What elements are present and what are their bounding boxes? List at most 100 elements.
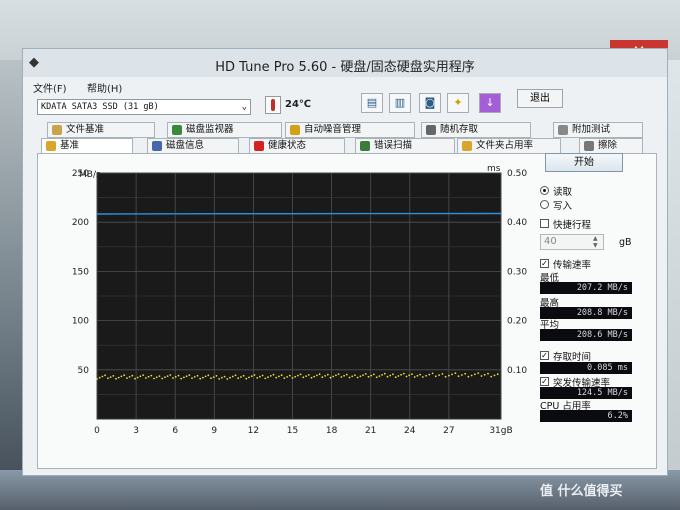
access-time-point <box>302 376 305 379</box>
access-time-point <box>172 377 174 379</box>
min-value: 207.2 MB/s <box>540 282 632 294</box>
transfer-rate-label: 传输速率 <box>553 260 592 271</box>
access-time-point <box>139 375 142 378</box>
access-time-point <box>264 377 267 380</box>
access-time-point <box>461 374 463 376</box>
y-axis-left-ticks: 50100150200250 <box>72 169 89 376</box>
y-axis-left-unit: MB/s <box>79 170 101 180</box>
x-tick-label: 21 <box>365 426 376 436</box>
access-time-point <box>496 373 499 376</box>
y-tick-label-right: 0.30 <box>507 267 527 277</box>
access-time-point <box>490 375 493 378</box>
read-radio[interactable] <box>540 186 549 195</box>
access-time-point <box>288 374 291 377</box>
access-time-point <box>480 375 483 377</box>
access-time-point <box>493 374 496 377</box>
access-time-point <box>215 375 218 377</box>
access-time-point <box>191 377 193 379</box>
start-button[interactable]: 开始 <box>545 153 623 172</box>
access-time-point <box>177 374 180 377</box>
burst-rate-checkbox[interactable]: ✓ <box>540 377 549 386</box>
transfer-rate-checkbox[interactable]: ✓ <box>540 259 549 268</box>
x-tick-label: 9 <box>211 426 217 436</box>
access-time-point <box>229 376 231 379</box>
quick-checkbox[interactable] <box>540 219 549 228</box>
access-time-point <box>434 375 437 378</box>
write-radio[interactable] <box>540 200 549 209</box>
access-time-point <box>326 373 329 376</box>
access-time-point <box>185 375 188 378</box>
quick-size-spinner[interactable]: ▲ ▼ <box>593 235 603 249</box>
access-time-point <box>115 377 117 380</box>
access-time-point <box>234 374 237 377</box>
access-time-point <box>120 375 123 378</box>
access-time-point <box>269 375 272 377</box>
access-time-point <box>164 376 166 379</box>
access-time-point <box>272 373 275 376</box>
access-time-point <box>134 377 136 380</box>
access-time-point <box>174 375 177 378</box>
x-tick-label: 18 <box>326 426 338 436</box>
access-time-point <box>356 376 359 379</box>
access-time-point <box>310 376 313 379</box>
access-time-point <box>104 374 106 377</box>
access-time-point <box>389 374 392 377</box>
access-time-point <box>101 375 104 378</box>
access-time-point <box>316 374 318 377</box>
access-time-point <box>340 376 343 378</box>
y-tick-label-right: 0.20 <box>507 317 527 327</box>
access-time-point <box>294 375 297 378</box>
access-time-point <box>397 375 400 377</box>
access-time-point <box>136 376 139 379</box>
y-tick-label-left: 50 <box>78 366 90 376</box>
access-time-label: 存取时间 <box>553 352 592 363</box>
access-time-point <box>413 376 416 378</box>
access-time-point <box>438 374 440 376</box>
access-time-point <box>370 374 373 377</box>
transfer-rate-line <box>96 212 502 215</box>
quick-label: 快捷行程 <box>553 220 592 231</box>
access-time-point <box>161 377 164 380</box>
access-time-point <box>483 373 486 376</box>
access-time-checkbox[interactable]: ✓ <box>540 351 549 360</box>
access-time-point <box>329 376 332 379</box>
access-time-point <box>256 377 259 379</box>
access-time-point <box>240 376 242 378</box>
access-time-point <box>467 375 470 378</box>
access-time-point <box>126 377 128 379</box>
access-time-point <box>98 376 101 379</box>
access-time-point <box>202 376 204 379</box>
access-time-point <box>221 376 223 379</box>
access-time-point <box>367 375 370 378</box>
desktop-background-left <box>0 60 22 510</box>
access-time-point <box>283 377 286 379</box>
access-time-point <box>267 376 269 379</box>
access-time-point <box>405 375 408 378</box>
x-tick-label: 12 <box>248 426 259 436</box>
x-tick-label: 15 <box>287 426 298 436</box>
access-time-point <box>207 374 210 377</box>
access-time-point <box>128 376 131 378</box>
access-time-point <box>364 373 367 375</box>
x-tick-label: 27 <box>443 426 454 436</box>
access-time-point <box>278 375 280 378</box>
access-time-point <box>218 378 221 380</box>
watermark: 值 什么值得买 <box>540 484 623 499</box>
access-time-point <box>307 374 310 376</box>
access-time-point <box>373 373 375 376</box>
access-time-point <box>487 372 489 375</box>
access-time-point <box>297 374 299 377</box>
access-time-point <box>381 374 383 376</box>
access-time-point <box>212 376 215 378</box>
access-time-point <box>158 375 161 377</box>
access-time-point <box>351 375 354 378</box>
access-time-point <box>343 374 345 377</box>
access-time-point <box>188 374 191 376</box>
access-time-point <box>153 377 155 380</box>
access-time-point <box>457 375 460 378</box>
access-time-point <box>402 372 405 375</box>
access-time-point <box>261 374 264 377</box>
access-time-point <box>324 375 326 377</box>
y-tick-label-right: 0.10 <box>507 366 527 376</box>
access-time-point <box>451 373 453 376</box>
